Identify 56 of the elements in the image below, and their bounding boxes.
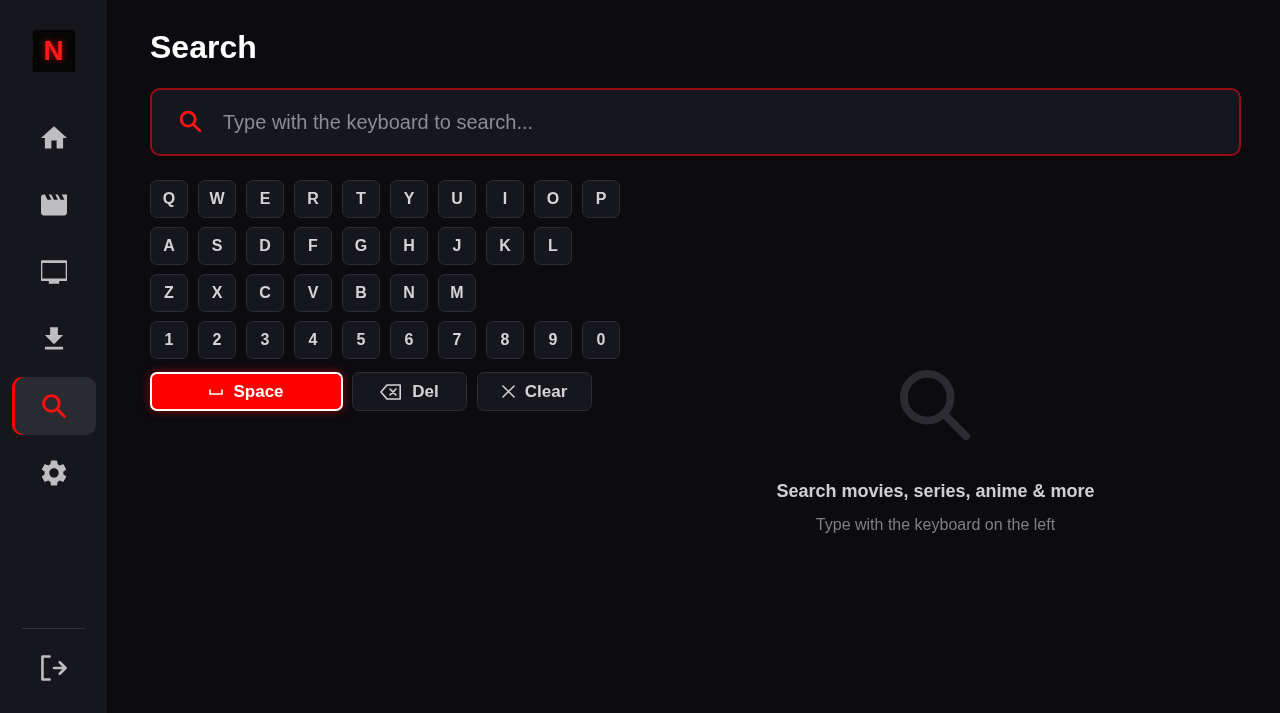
keyboard-key[interactable]: O — [534, 180, 572, 218]
backspace-icon — [380, 383, 403, 400]
keyboard-key[interactable]: S — [198, 227, 236, 265]
keyboard-key[interactable]: 4 — [294, 321, 332, 359]
keyboard-key[interactable]: T — [342, 180, 380, 218]
empty-state-subtitle: Type with the keyboard on the left — [815, 515, 1056, 535]
keyboard-key[interactable]: Q — [150, 180, 188, 218]
keyboard-key[interactable]: U — [438, 180, 476, 218]
x-icon — [501, 385, 515, 398]
search-field[interactable]: Type with the keyboard to search... — [150, 88, 1241, 156]
keyboard-key[interactable]: 9 — [534, 321, 572, 359]
keyboard-key[interactable]: Y — [390, 180, 428, 218]
keyboard-key[interactable]: C — [246, 274, 284, 312]
keyboard-key[interactable]: 2 — [198, 321, 236, 359]
keyboard-key[interactable]: 5 — [342, 321, 380, 359]
keyboard-key[interactable]: G — [342, 227, 380, 265]
keyboard-key[interactable]: X — [198, 274, 236, 312]
clear-button[interactable]: Clear — [477, 372, 592, 411]
monitor-icon — [40, 259, 67, 285]
page-title: Search — [150, 28, 257, 66]
empty-state-title: Search movies, series, anime & more — [776, 480, 1095, 502]
keyboard-key[interactable]: 3 — [246, 321, 284, 359]
settings-icon — [40, 460, 67, 486]
keyboard-key[interactable]: F — [294, 227, 332, 265]
keyboard-key[interactable]: J — [438, 227, 476, 265]
keyboard-key[interactable]: 8 — [486, 321, 524, 359]
keyboard-key[interactable]: M — [438, 274, 476, 312]
logout-icon — [40, 655, 67, 681]
keyboard-key[interactable]: I — [486, 180, 524, 218]
keyboard-key[interactable]: R — [294, 180, 332, 218]
keyboard-key[interactable]: B — [342, 274, 380, 312]
keyboard-key[interactable]: W — [198, 180, 236, 218]
delete-button[interactable]: Del — [352, 372, 467, 411]
keyboard-key[interactable]: D — [246, 227, 284, 265]
space-bar-icon — [209, 388, 224, 395]
keyboard-key[interactable]: V — [294, 274, 332, 312]
search-icon — [180, 111, 201, 132]
keyboard-key[interactable]: A — [150, 227, 188, 265]
keyboard-key[interactable]: H — [390, 227, 428, 265]
home-icon — [40, 125, 67, 151]
keyboard-key[interactable]: 7 — [438, 321, 476, 359]
search-button[interactable] — [11, 377, 96, 435]
keyboard-key[interactable]: P — [582, 180, 620, 218]
app-logo: N — [32, 30, 75, 72]
search-icon — [899, 370, 972, 442]
keyboard-key[interactable]: N — [390, 274, 428, 312]
keyboard-key[interactable]: 1 — [150, 321, 188, 359]
keyboard-key[interactable]: E — [246, 180, 284, 218]
clapperboard-icon — [40, 192, 67, 218]
keyboard-key[interactable]: K — [486, 227, 524, 265]
search-icon — [40, 393, 67, 419]
keyboard-key[interactable]: L — [534, 227, 572, 265]
keyboard-key[interactable]: 0 — [582, 321, 620, 359]
keyboard-key[interactable]: 6 — [390, 321, 428, 359]
keyboard-key[interactable]: Z — [150, 274, 188, 312]
space-button[interactable]: Space — [150, 372, 343, 411]
